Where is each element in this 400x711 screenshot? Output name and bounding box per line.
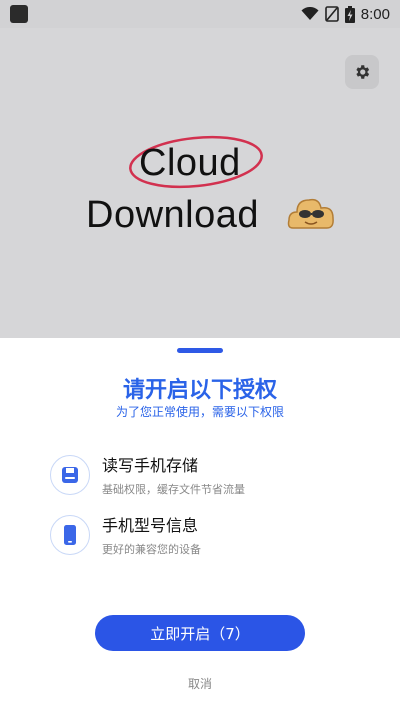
settings-button[interactable] xyxy=(345,55,379,89)
sheet-subtitle: 为了您正常使用，需要以下权限 xyxy=(115,405,284,419)
permission-title: 读写手机存储 xyxy=(102,456,199,475)
storage-icon-wrap xyxy=(50,454,90,495)
permission-item-device: 手机型号信息 更好的兼容您的设备 xyxy=(50,512,201,557)
sheet-title: 请开启以下授权 xyxy=(122,378,277,403)
brand-title-line1: Cloud xyxy=(139,142,241,184)
phone-icon-wrap xyxy=(50,514,90,555)
permission-title: 手机型号信息 xyxy=(102,516,199,535)
no-sim-icon xyxy=(324,6,339,22)
gear-icon xyxy=(356,65,370,79)
battery-charging-icon xyxy=(344,5,355,23)
cloud-mascot-icon xyxy=(287,198,334,229)
sheet-drag-handle[interactable] xyxy=(177,348,223,353)
cancel-button[interactable]: 取消 xyxy=(0,675,400,692)
enable-now-button[interactable]: 立即开启（7） xyxy=(95,615,305,651)
permission-desc: 基础权限，缓存文件节省流量 xyxy=(102,483,245,496)
brand-title-line2: Download xyxy=(86,194,259,236)
status-icons: 8:00 xyxy=(301,5,390,23)
status-bar: 8:00 xyxy=(0,0,400,28)
phone-icon xyxy=(64,524,76,545)
permission-item-storage: 读写手机存储 基础权限，缓存文件节省流量 xyxy=(50,452,245,497)
permission-desc: 更好的兼容您的设备 xyxy=(102,543,201,556)
storage-icon xyxy=(62,466,78,483)
app-notification-icon xyxy=(10,5,28,23)
status-time: 8:00 xyxy=(360,5,390,23)
wifi-icon xyxy=(301,7,319,20)
